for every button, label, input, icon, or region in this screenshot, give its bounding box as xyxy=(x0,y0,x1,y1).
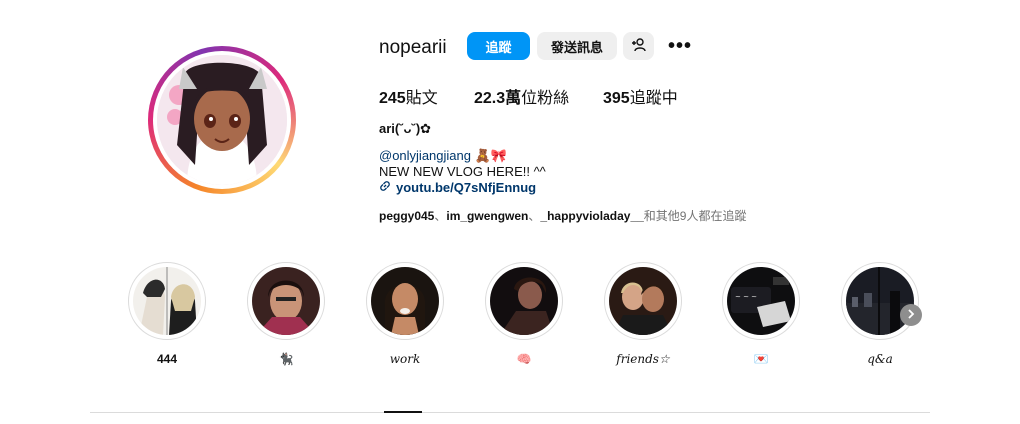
highlight-label: q&a xyxy=(867,352,893,366)
profile-username: nopearii xyxy=(379,37,447,58)
highlight-label: 444 xyxy=(156,352,178,366)
profile-avatar[interactable] xyxy=(148,46,296,194)
more-options-button[interactable]: ••• xyxy=(664,32,696,60)
add-user-icon xyxy=(631,37,647,56)
highlight-label: friends☆ xyxy=(616,352,670,366)
highlights-next-button[interactable] xyxy=(900,304,922,326)
highlight-cover xyxy=(846,267,914,335)
link-text: youtu.be/Q7sNfjEnnug xyxy=(396,180,537,195)
posts-label: 貼文 xyxy=(405,90,438,107)
followed-by-account: peggy045 xyxy=(379,209,435,223)
suggest-users-button[interactable] xyxy=(623,32,654,60)
bio-text: NEW NEW VLOG HERE!! ^^ xyxy=(379,164,546,179)
followed-by-account: _happyvioladay__ xyxy=(540,209,644,223)
more-icon: ••• xyxy=(667,34,692,57)
highlight-label: 🧠 xyxy=(516,352,532,366)
followed-by-account: im_gwengwen xyxy=(446,209,529,223)
followers-stat[interactable]: 22.3萬位粉絲 xyxy=(474,84,569,108)
following-label: 追蹤中 xyxy=(629,90,678,107)
highlight-cover: ~ ~ ~ xyxy=(727,267,795,335)
followed-by-suffix: 和其他9人都在追蹤 xyxy=(643,209,747,223)
profile-full-name: ari(˘ᴗ˘)✿ xyxy=(379,121,432,136)
posts-count: 245 xyxy=(379,90,406,107)
story-highlight[interactable]: 444 xyxy=(127,262,207,368)
bio-external-link[interactable]: youtu.be/Q7sNfjEnnug xyxy=(379,180,536,195)
story-highlight[interactable]: friends☆ xyxy=(603,262,683,368)
bio-mention-link[interactable]: @onlyjiangjiang 🧸🎀 xyxy=(379,148,507,164)
followers-count: 22.3萬 xyxy=(474,90,522,107)
story-highlight[interactable]: 🧠 xyxy=(484,262,564,368)
story-highlight[interactable]: work xyxy=(365,262,445,368)
highlight-cover xyxy=(371,267,439,335)
followers-label: 位粉絲 xyxy=(521,90,570,107)
highlight-cover xyxy=(133,267,201,335)
followed-by-text[interactable]: peggy045、im_gwengwen、_happyvioladay__和其他… xyxy=(379,207,746,224)
highlight-cover xyxy=(609,267,677,335)
message-button[interactable]: 發送訊息 xyxy=(537,32,617,60)
highlight-label: work xyxy=(389,352,421,366)
chevron-right-icon xyxy=(906,308,916,322)
svg-text:~ ~ ~: ~ ~ ~ xyxy=(735,293,757,301)
link-icon xyxy=(379,180,391,195)
story-highlight[interactable]: ~ ~ ~ 💌 xyxy=(721,262,801,368)
highlight-cover xyxy=(490,267,558,335)
posts-stat: 245貼文 xyxy=(379,84,438,108)
avatar-image xyxy=(157,55,287,185)
active-tab-indicator xyxy=(384,411,422,413)
tabs-divider xyxy=(90,412,930,413)
highlight-cover xyxy=(252,267,320,335)
following-count: 395 xyxy=(603,90,630,107)
story-highlight[interactable]: 🐈‍⬛ xyxy=(246,262,326,368)
highlight-label: 💌 xyxy=(753,352,769,366)
following-stat[interactable]: 395追蹤中 xyxy=(603,84,678,108)
highlight-label: 🐈‍⬛ xyxy=(278,352,294,366)
follow-button[interactable]: 追蹤 xyxy=(467,32,530,60)
